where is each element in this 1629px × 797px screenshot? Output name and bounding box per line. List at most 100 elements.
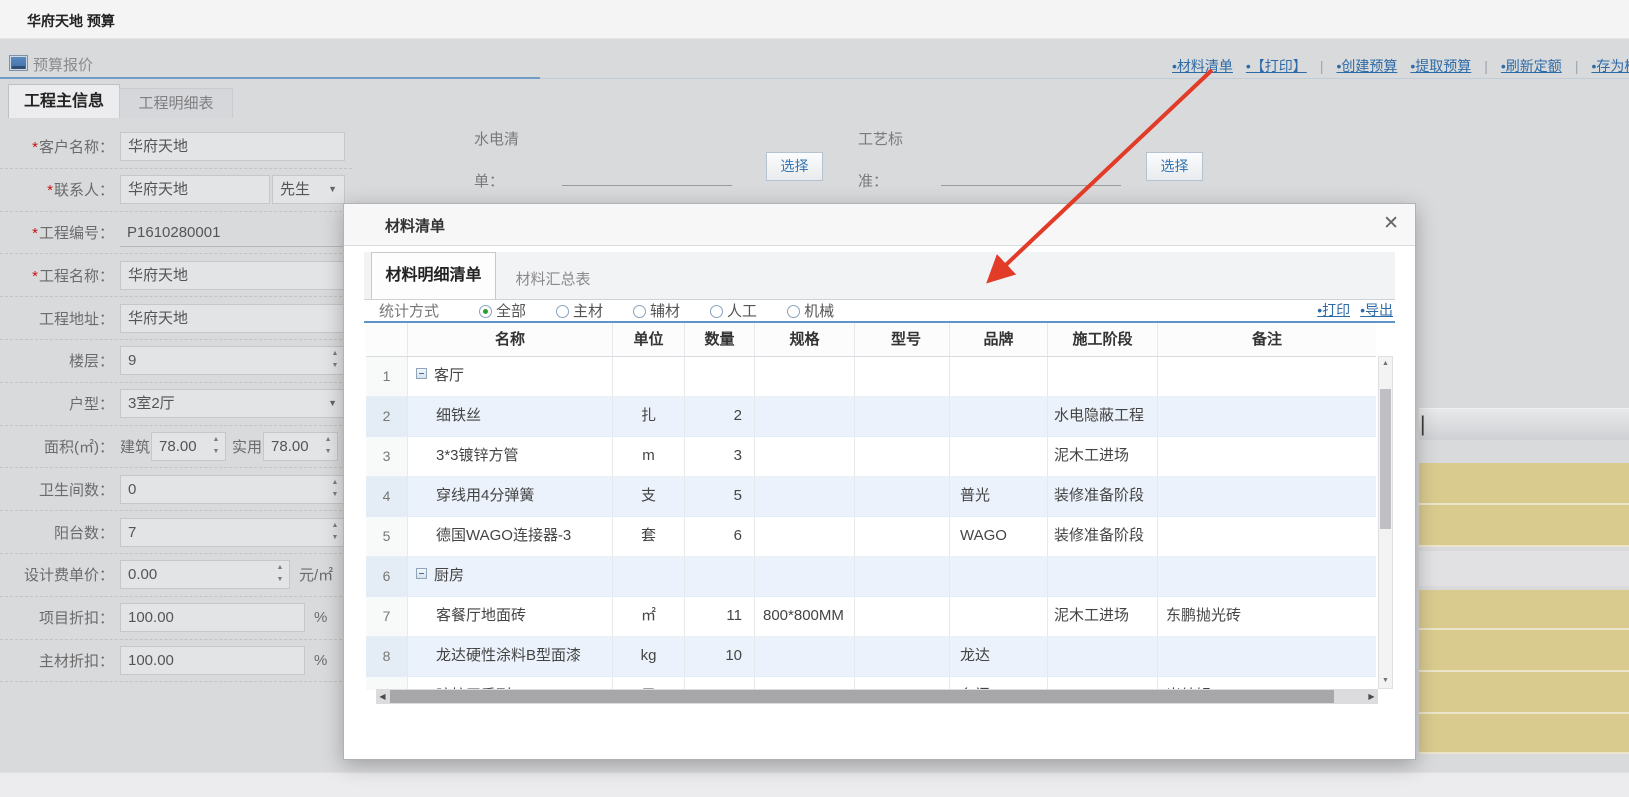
table-row[interactable]: 6厨房 [366, 557, 1376, 597]
scroll-up-icon[interactable]: ▲ [1379, 357, 1392, 371]
tab-project-main-info[interactable]: 工程主信息 [8, 84, 120, 118]
collapse-group-icon[interactable] [416, 568, 427, 579]
spinner-down-icon[interactable]: ▼ [329, 532, 341, 544]
building-area-stepper[interactable]: 78.00 ▲▼ [151, 432, 226, 461]
tab-material-summary[interactable]: 材料汇总表 [497, 260, 609, 299]
balconies-stepper[interactable]: 7 ▲▼ [120, 518, 345, 547]
chevron-down-icon: ▼ [328, 390, 337, 417]
spinner-up-icon[interactable]: ▲ [210, 434, 222, 446]
address-input[interactable]: 华府天地 [120, 304, 345, 333]
radio-option[interactable]: 全部 [479, 300, 526, 321]
customer-name-input[interactable]: 华府天地 [120, 132, 345, 161]
contact-name-input[interactable]: 华府天地 [120, 175, 270, 204]
project-info-form: *客户名称： 华府天地 *联系人： 华府天地 先生▼ *工程编号： P16102… [0, 126, 352, 682]
scroll-left-icon[interactable]: ◀ [376, 689, 389, 704]
budget-app-icon [9, 55, 28, 71]
cell-spec [755, 557, 855, 596]
form-row-material-discount: 主材折扣： 100.00 % [0, 640, 352, 683]
vertical-scrollbar[interactable]: ▲ ▼ [1378, 356, 1393, 689]
spinner-down-icon[interactable]: ▼ [329, 489, 341, 501]
dialog-link[interactable]: •打印 [1317, 302, 1350, 318]
horizontal-scrollbar[interactable]: ◀ ▶ [376, 689, 1378, 704]
table-row[interactable]: 8龙达硬性涂料B型面漆kg10龙达 [366, 637, 1376, 677]
radio-option[interactable]: 机械 [787, 300, 834, 321]
spinner-up-icon[interactable]: ▲ [274, 562, 286, 574]
toolbar-link[interactable]: •刷新定额 [1501, 58, 1562, 74]
header-divider-accent [0, 77, 540, 79]
cell-unit: 扎 [613, 397, 685, 436]
cell-name: 客厅 [408, 357, 613, 396]
cell-qty [685, 357, 755, 396]
required-mark: * [47, 182, 53, 199]
spinner-down-icon[interactable]: ▼ [210, 446, 222, 458]
tab-material-detail-list[interactable]: 材料明细清单 [371, 252, 496, 299]
table-row[interactable]: 7客餐厅地面砖㎡11800*800MM泥木工进场东鹏抛光砖 [366, 597, 1376, 637]
toolbar: •材料清单•【打印】|•创建预算•提取预算|•刷新定额|•存为模板 [1172, 56, 1629, 76]
layout-select[interactable]: 3室2厅▼ [120, 389, 345, 418]
radio-selected-icon[interactable] [479, 305, 492, 318]
radio-label: 机械 [804, 303, 834, 320]
toolbar-link[interactable]: •提取预算 [1410, 58, 1471, 74]
table-row[interactable]: 4穿线用4分弹簧支5普光装修准备阶段 [366, 477, 1376, 517]
cell-stage: 水电隐蔽工程 [1048, 397, 1158, 436]
cell-note [1158, 557, 1376, 596]
background-fragment: | [1420, 413, 1425, 437]
horizontal-scrollbar-thumb[interactable] [390, 690, 1334, 703]
usable-area-stepper[interactable]: 78.00 ▲▼ [263, 432, 338, 461]
design-fee-stepper[interactable]: 0.00 ▲▼ [120, 560, 290, 589]
cell-note [1158, 397, 1376, 436]
craft-standard-field[interactable] [941, 185, 1121, 186]
table-row[interactable]: 33*3镀锌方管m3泥木工进场 [366, 437, 1376, 477]
scroll-right-icon[interactable]: ▶ [1365, 689, 1378, 704]
spinner-up-icon[interactable]: ▲ [329, 477, 341, 489]
project-no-field[interactable]: P1610280001 [120, 218, 345, 247]
radio-option[interactable]: 辅材 [633, 300, 680, 321]
floor-stepper[interactable]: 9 ▲▼ [120, 346, 345, 375]
table-body: 1客厅2细铁丝扎2水电隐蔽工程33*3镀锌方管m3泥木工进场4穿线用4分弹簧支5… [366, 357, 1376, 690]
radio-icon[interactable] [787, 305, 800, 318]
spinner-up-icon[interactable]: ▲ [322, 434, 334, 446]
spinner-down-icon[interactable]: ▼ [322, 446, 334, 458]
toolbar-link[interactable]: •材料清单 [1172, 58, 1233, 74]
craft-select-button[interactable]: 选择 [1146, 152, 1203, 181]
project-name-input[interactable]: 华府天地 [120, 261, 345, 290]
hydro-select-button[interactable]: 选择 [766, 152, 823, 181]
form-row-balconies: 阳台数： 7 ▲▼ [0, 511, 352, 554]
form-row-address: 工程地址： 华府天地 [0, 297, 352, 340]
percent-label: % [314, 652, 327, 669]
spinner-up-icon[interactable]: ▲ [329, 520, 341, 532]
collapse-group-icon[interactable] [416, 368, 427, 379]
cell-stage [1048, 637, 1158, 676]
radio-option[interactable]: 主材 [556, 300, 603, 321]
field-label: 工程地址： [0, 308, 114, 329]
toolbar-link[interactable]: •创建预算 [1336, 58, 1397, 74]
contact-title-select[interactable]: 先生▼ [272, 175, 345, 204]
radio-option[interactable]: 人工 [710, 300, 757, 321]
close-icon[interactable]: ✕ [1383, 212, 1399, 235]
radio-icon[interactable] [710, 305, 723, 318]
toolbar-link[interactable]: •【打印】 [1246, 58, 1307, 74]
cell-stage: 泥木工进场 [1048, 597, 1158, 636]
cell-name: 3*3镀锌方管 [408, 437, 613, 476]
table-row[interactable]: 2细铁丝扎2水电隐蔽工程 [366, 397, 1376, 437]
building-area-label: 建筑 [120, 436, 150, 457]
spinner-up-icon[interactable]: ▲ [329, 348, 341, 360]
radio-label: 人工 [727, 303, 757, 320]
project-discount-input[interactable]: 100.00 [120, 603, 305, 632]
hydro-list-field[interactable] [562, 185, 732, 186]
cell-stage: 泥木工进场 [1048, 437, 1158, 476]
radio-icon[interactable] [556, 305, 569, 318]
radio-icon[interactable] [633, 305, 646, 318]
table-row[interactable]: 1客厅 [366, 357, 1376, 397]
spinner-down-icon[interactable]: ▼ [329, 360, 341, 372]
material-discount-input[interactable]: 100.00 [120, 646, 305, 675]
spinner-down-icon[interactable]: ▼ [274, 574, 286, 586]
tab-project-detail[interactable]: 工程明细表 [119, 88, 233, 118]
scroll-down-icon[interactable]: ▼ [1379, 674, 1392, 688]
vertical-scrollbar-thumb[interactable] [1380, 389, 1391, 529]
dialog-link[interactable]: •导出 [1360, 302, 1393, 318]
cell-note [1158, 357, 1376, 396]
table-row[interactable]: 5德国WAGO连接器-3套6WAGO装修准备阶段 [366, 517, 1376, 557]
bathrooms-stepper[interactable]: 0 ▲▼ [120, 475, 345, 504]
toolbar-link[interactable]: •存为模板 [1591, 58, 1629, 74]
